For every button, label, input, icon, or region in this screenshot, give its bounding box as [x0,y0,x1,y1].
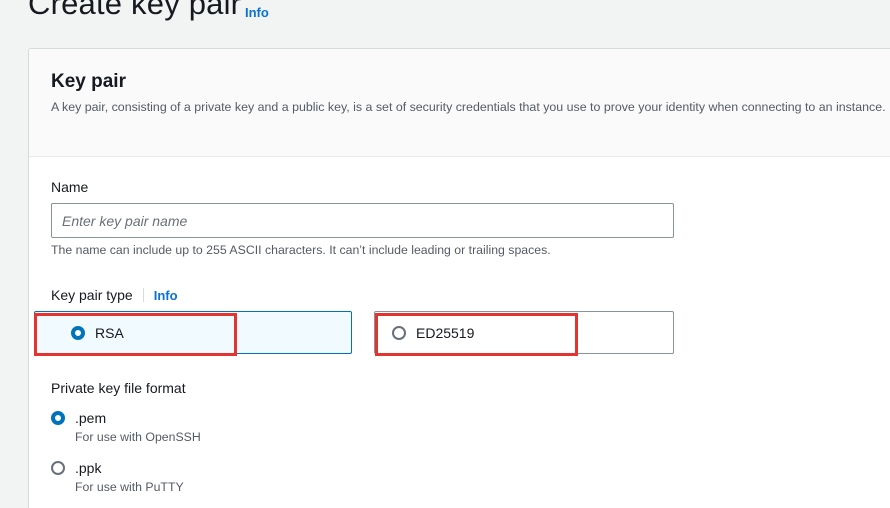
file-format-label: Private key file format [51,380,186,396]
rsa-label: RSA [95,325,124,341]
pem-radio-icon[interactable] [51,411,65,425]
panel-title: Key pair [51,71,126,92]
panel-header: Key pair A key pair, consisting of a pri… [29,49,890,157]
key-pair-type-info-link[interactable]: Info [154,288,178,303]
pem-label[interactable]: .pem [75,410,106,426]
name-hint: The name can include up to 255 ASCII cha… [51,243,551,257]
ppk-radio-icon[interactable] [51,461,65,475]
key-pair-name-input[interactable] [51,203,674,238]
key-pair-panel: Key pair A key pair, consisting of a pri… [28,48,890,508]
ed25519-radio-icon[interactable] [392,326,406,340]
ed25519-label: ED25519 [416,325,475,341]
label-divider [142,288,144,302]
page-title: Create key pair [28,0,242,21]
name-label: Name [51,179,89,195]
key-pair-type-label-row: Key pair type Info [51,287,178,303]
ppk-description: For use with PuTTY [75,480,184,494]
title-info-link[interactable]: Info [245,5,269,20]
pem-description: For use with OpenSSH [75,430,201,444]
rsa-radio-icon[interactable] [71,326,85,340]
key-type-option-ed25519[interactable]: ED25519 [374,311,674,354]
panel-description: A key pair, consisting of a private key … [51,100,886,114]
ppk-label[interactable]: .ppk [75,460,101,476]
key-pair-type-label: Key pair type [51,287,133,303]
page: Create key pair Info Key pair A key pair… [0,0,890,508]
key-type-option-rsa[interactable]: RSA [34,311,352,354]
